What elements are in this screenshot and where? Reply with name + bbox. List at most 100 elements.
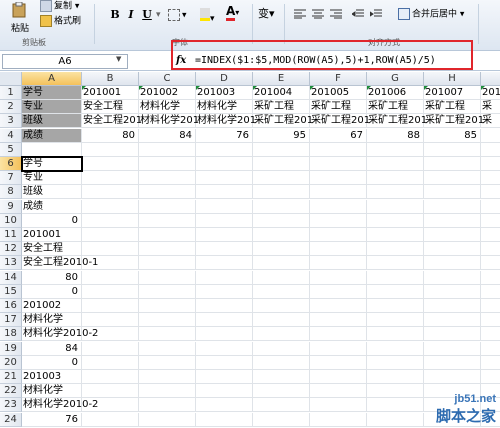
cell-D10[interactable]	[196, 213, 253, 228]
cell-H18[interactable]	[424, 327, 481, 342]
cell-B4[interactable]: 80	[82, 128, 139, 143]
row-header[interactable]: 16	[0, 299, 22, 313]
cell-G5[interactable]	[367, 142, 424, 157]
cell-B1[interactable]: 201001	[82, 86, 139, 100]
border-button[interactable]: ▾	[168, 9, 187, 22]
cell-H1[interactable]: 201007	[424, 86, 481, 100]
column-header[interactable]: H	[424, 72, 481, 86]
row-header[interactable]: 17	[0, 313, 22, 328]
row-header[interactable]: 8	[0, 185, 22, 200]
cell-B2[interactable]: 安全工程	[82, 100, 139, 115]
cell-C2[interactable]: 材料化学	[139, 100, 196, 115]
row-header[interactable]: 11	[0, 228, 22, 242]
row-header[interactable]: 22	[0, 384, 22, 399]
paste-button[interactable]: 粘贴	[6, 1, 34, 34]
cell-I18[interactable]	[481, 327, 500, 342]
cell-A1[interactable]: 学号	[22, 86, 82, 100]
row-header[interactable]: 3	[0, 114, 22, 129]
cell-G17[interactable]	[367, 313, 424, 328]
phonetic-button[interactable]: 变▾	[258, 8, 275, 19]
row-header[interactable]: 6	[0, 157, 22, 171]
cell-C8[interactable]	[139, 185, 196, 200]
chevron-down-icon[interactable]: ▼	[116, 55, 121, 63]
copy-button[interactable]: 复制 ▾	[40, 0, 79, 13]
cell-A6[interactable]: 学号	[21, 156, 83, 172]
cell-G22[interactable]	[367, 384, 424, 399]
cell-F10[interactable]	[310, 213, 367, 228]
cell-C22[interactable]	[139, 384, 196, 399]
row-header[interactable]: 18	[0, 327, 22, 342]
column-header[interactable]: C	[139, 72, 196, 86]
cell-E4[interactable]: 95	[253, 128, 310, 143]
cell-G10[interactable]	[367, 213, 424, 228]
cell-C19[interactable]	[139, 341, 196, 356]
cell-F5[interactable]	[310, 142, 367, 157]
cell-G18[interactable]	[367, 327, 424, 342]
cell-B11[interactable]	[82, 228, 139, 242]
cell-C18[interactable]	[139, 327, 196, 342]
cell-E19[interactable]	[253, 341, 310, 356]
cell-H21[interactable]	[424, 370, 481, 384]
cell-C21[interactable]	[139, 370, 196, 384]
cell-A10[interactable]: 0	[22, 213, 82, 228]
column-header[interactable]: G	[367, 72, 424, 86]
cell-B5[interactable]	[82, 142, 139, 157]
cell-F21[interactable]	[310, 370, 367, 384]
cell-B18[interactable]	[82, 327, 139, 342]
cell-B20[interactable]	[82, 355, 139, 370]
select-all-corner[interactable]	[0, 72, 22, 86]
cell-D6[interactable]	[196, 157, 253, 171]
cell-I2[interactable]: 采	[481, 100, 500, 115]
cell-D22[interactable]	[196, 384, 253, 399]
cell-A22[interactable]: 材料化学	[22, 384, 82, 399]
cell-C14[interactable]	[139, 270, 196, 285]
cell-H17[interactable]	[424, 313, 481, 328]
cell-A19[interactable]: 84	[22, 341, 82, 356]
cell-A14[interactable]: 80	[22, 270, 82, 285]
cell-F14[interactable]	[310, 270, 367, 285]
cell-E1[interactable]: 201004	[253, 86, 310, 100]
cell-B19[interactable]	[82, 341, 139, 356]
cell-I8[interactable]	[481, 185, 500, 200]
column-header[interactable]: D	[196, 72, 253, 86]
row-header[interactable]: 13	[0, 256, 22, 271]
row-header[interactable]: 7	[0, 171, 22, 186]
align-center-button[interactable]	[312, 9, 324, 23]
underline-dropdown-icon[interactable]: ▾	[156, 10, 161, 21]
cell-B23[interactable]	[82, 398, 139, 413]
cell-E11[interactable]	[253, 228, 310, 242]
cell-G9[interactable]	[367, 199, 424, 214]
cell-B14[interactable]	[82, 270, 139, 285]
cell-C24[interactable]	[139, 412, 196, 427]
cell-E21[interactable]	[253, 370, 310, 384]
cell-H5[interactable]	[424, 142, 481, 157]
row-header[interactable]: 19	[0, 341, 22, 356]
cell-C7[interactable]	[139, 171, 196, 186]
cell-I21[interactable]	[481, 370, 500, 384]
cell-E7[interactable]	[253, 171, 310, 186]
cell-F11[interactable]	[310, 228, 367, 242]
cell-D15[interactable]	[196, 284, 253, 299]
cell-E13[interactable]	[253, 256, 310, 271]
cell-I14[interactable]	[481, 271, 500, 285]
cell-D14[interactable]	[196, 270, 253, 285]
cell-D13[interactable]	[196, 256, 253, 271]
cell-A21[interactable]: 201003	[22, 370, 82, 384]
cell-D12[interactable]	[196, 242, 253, 257]
cell-F22[interactable]	[310, 384, 367, 399]
cell-I3[interactable]: 采	[481, 114, 500, 129]
cell-F8[interactable]	[310, 185, 367, 200]
cell-A15[interactable]: 0	[22, 284, 82, 299]
cell-G13[interactable]	[367, 256, 424, 271]
cell-B16[interactable]	[82, 299, 139, 313]
cell-G20[interactable]	[367, 355, 424, 370]
cell-G15[interactable]	[367, 284, 424, 299]
cell-E24[interactable]	[253, 412, 310, 427]
row-header[interactable]: 2	[0, 100, 22, 115]
cell-E18[interactable]	[253, 327, 310, 342]
cell-E2[interactable]: 采矿工程	[253, 100, 310, 115]
align-right-button[interactable]	[330, 9, 342, 23]
cell-F7[interactable]	[310, 171, 367, 186]
cell-I9[interactable]	[481, 200, 500, 214]
cell-F12[interactable]	[310, 242, 367, 257]
